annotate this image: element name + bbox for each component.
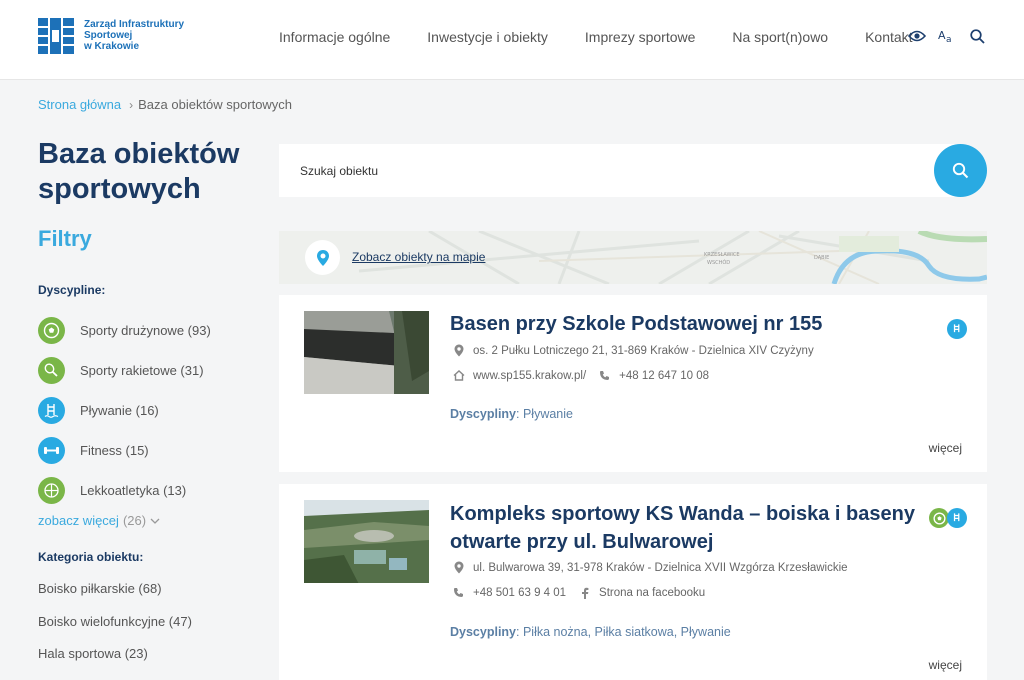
eye-icon[interactable] <box>908 27 926 45</box>
site-header: Zarząd Infrastruktury Sportowej w Krakow… <box>0 0 1024 80</box>
search-icon[interactable] <box>968 27 986 45</box>
result-contact: +48 501 63 9 4 01 Strona na facebooku <box>452 586 705 599</box>
nav-item-events[interactable]: Imprezy sportowe <box>585 29 695 45</box>
filter-racket-sports[interactable]: Sporty rakietowe (31) <box>38 350 211 390</box>
filter-label: Fitness (15) <box>80 442 149 458</box>
racket-icon <box>38 356 65 384</box>
pool-icon <box>947 508 967 528</box>
discipline-filter-list: Sporty drużynowe (93) Sporty rakietowe (… <box>38 310 211 510</box>
result-address: os. 2 Pułku Lotniczego 21, 31-869 Kraków… <box>452 344 814 357</box>
website-link[interactable]: www.sp155.krakow.pl/ <box>473 370 586 382</box>
disciplines-label: Dyscypliny <box>450 407 517 421</box>
result-title[interactable]: Kompleks sportowy KS Wanda – boiska i ba… <box>450 500 925 556</box>
result-thumbnail[interactable] <box>304 500 429 583</box>
facebook-link[interactable]: Strona na facebooku <box>599 587 705 599</box>
filter-swimming[interactable]: Pływanie (16) <box>38 390 211 430</box>
search-icon <box>952 162 969 179</box>
search-input[interactable] <box>279 144 879 197</box>
location-pin-icon <box>452 344 465 357</box>
runner-icon <box>38 476 65 504</box>
phone-icon <box>598 369 611 382</box>
map-preview[interactable]: KRZESŁAWICE WSCHÓD DĄBIE Zobacz obiekty … <box>279 231 987 284</box>
svg-text:a: a <box>946 35 952 44</box>
show-more-count: (26) <box>122 513 147 528</box>
filter-label: Sporty rakietowe (31) <box>80 362 204 378</box>
phone-icon <box>452 586 465 599</box>
category-filter-list: Boisko piłkarskie (68) Boisko wielofunkc… <box>38 581 192 679</box>
map-label: WSCHÓD <box>707 259 730 266</box>
pool-icon <box>947 319 967 339</box>
result-title[interactable]: Basen przy Szkole Podstawowej nr 155 <box>450 310 822 338</box>
breadcrumb: Strona główna › Baza obiektów sportowych <box>38 97 292 112</box>
home-icon <box>452 369 465 382</box>
more-link[interactable]: więcej <box>929 441 962 455</box>
search-button[interactable] <box>934 144 987 197</box>
nav-item-na-sportowo[interactable]: Na sport(n)owo <box>732 29 828 45</box>
location-pin-icon <box>452 561 465 574</box>
nav-item-contact[interactable]: Kontakt <box>865 29 912 45</box>
ball-icon <box>929 508 949 528</box>
category-title: Kategoria obiektu: <box>38 550 144 564</box>
main-nav: Informacje ogólne Inwestycje i obiekty I… <box>279 29 913 45</box>
filter-label: Pływanie (16) <box>80 402 159 418</box>
filters-title: Filtry <box>38 226 92 251</box>
breadcrumb-current: Baza obiektów sportowych <box>138 97 293 112</box>
filter-category-hall[interactable]: Hala sportowa (23) <box>38 646 192 679</box>
logo[interactable]: Zarząd Infrastruktury Sportowej w Krakow… <box>38 18 184 54</box>
result-disciplines: Dyscypliny: Pływanie <box>450 407 573 421</box>
show-more-label: zobacz więcej <box>38 513 119 528</box>
logo-line: Zarząd Infrastruktury <box>84 19 185 30</box>
map-link[interactable]: Zobacz obiekty na mapie <box>352 250 485 264</box>
breadcrumb-home[interactable]: Strona główna <box>38 97 121 112</box>
result-card: Kompleks sportowy KS Wanda – boiska i ba… <box>279 484 987 680</box>
filter-category-multi[interactable]: Boisko wielofunkcyjne (47) <box>38 614 192 647</box>
logo-line: w Krakowie <box>84 41 140 52</box>
map-label: KRZESŁAWICE <box>704 252 740 258</box>
dumbbell-icon <box>38 436 65 464</box>
result-thumbnail[interactable] <box>304 311 429 394</box>
chevron-right-icon: › <box>129 97 134 112</box>
more-link[interactable]: więcej <box>929 658 962 672</box>
page-title: Baza obiektów sportowych <box>38 138 240 205</box>
disciplines-value: : Pływanie <box>516 407 573 421</box>
logo-mark-icon <box>38 18 74 54</box>
font-size-icon[interactable]: Aa <box>938 27 956 45</box>
disciplines-title: Dyscypline: <box>38 283 106 297</box>
nav-item-investments[interactable]: Inwestycje i obiekty <box>427 29 548 45</box>
logo-line: Sportowej <box>84 30 133 41</box>
show-more-disciplines[interactable]: zobacz więcej (26) <box>38 513 160 528</box>
address-text: ul. Bulwarowa 39, 31-978 Kraków - Dzieln… <box>473 561 848 574</box>
header-tools: Aa <box>908 27 986 45</box>
logo-text: Zarząd Infrastruktury Sportowej w Krakow… <box>84 19 184 52</box>
pool-icon <box>38 396 65 424</box>
filter-team-sports[interactable]: Sporty drużynowe (93) <box>38 310 211 350</box>
result-address: ul. Bulwarowa 39, 31-978 Kraków - Dzieln… <box>452 561 848 574</box>
result-card: Basen przy Szkole Podstawowej nr 155 os.… <box>279 295 987 472</box>
phone-text: +48 501 63 9 4 01 <box>473 586 567 599</box>
phone-text: +48 12 647 10 08 <box>619 369 709 382</box>
ball-icon <box>38 316 65 344</box>
search-box <box>279 144 959 197</box>
map-pin-icon <box>305 240 340 275</box>
filter-category-football[interactable]: Boisko piłkarskie (68) <box>38 581 192 614</box>
filter-label: Lekkoatletyka (13) <box>80 482 187 498</box>
result-contact: www.sp155.krakow.pl/ +48 12 647 10 08 <box>452 369 709 382</box>
filter-athletics[interactable]: Lekkoatletyka (13) <box>38 470 211 510</box>
filter-fitness[interactable]: Fitness (15) <box>38 430 211 470</box>
facebook-icon <box>578 586 591 599</box>
filter-label: Sporty drużynowe (93) <box>80 322 211 338</box>
result-disciplines: Dyscypliny: Piłka nożna, Piłka siatkowa,… <box>450 625 731 639</box>
disciplines-value: : Piłka nożna, Piłka siatkowa, Pływanie <box>516 625 731 639</box>
svg-text:A: A <box>938 29 946 42</box>
chevron-down-icon <box>150 513 160 528</box>
map-label: DĄBIE <box>814 255 829 261</box>
disciplines-label: Dyscypliny <box>450 625 517 639</box>
address-text: os. 2 Pułku Lotniczego 21, 31-869 Kraków… <box>473 344 814 357</box>
nav-item-general[interactable]: Informacje ogólne <box>279 29 390 45</box>
